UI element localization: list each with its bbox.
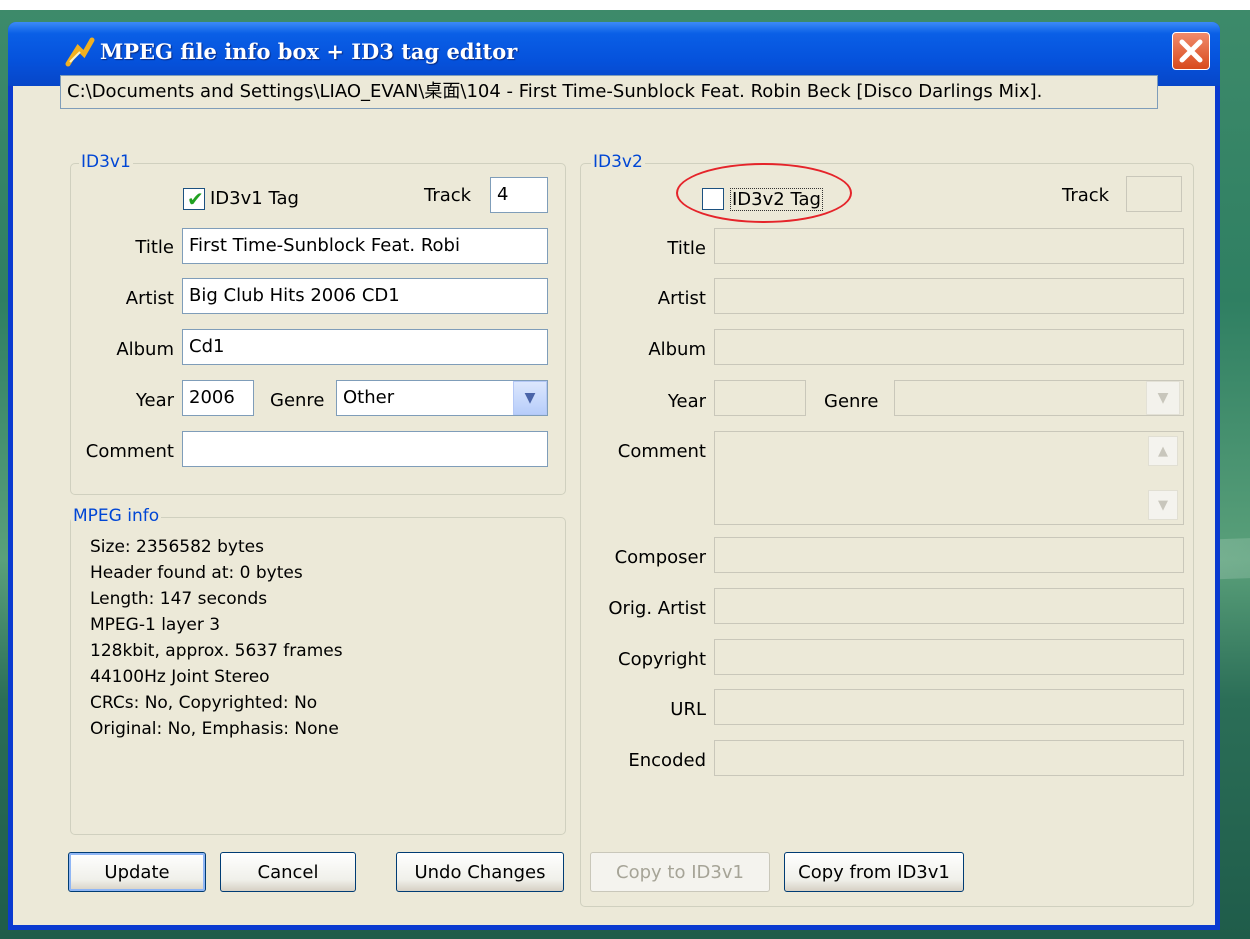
id3v1-album-label: Album <box>116 339 174 360</box>
comment-scroll-up-button[interactable]: ▲ <box>1148 436 1178 466</box>
app-icon <box>65 37 95 67</box>
id3v2-track-input[interactable] <box>1126 176 1182 212</box>
id3v1-year-input[interactable]: 2006 <box>182 380 254 416</box>
id3v1-tag-checkbox[interactable]: ✔ <box>183 187 205 211</box>
id3v1-genre-value: Other <box>343 387 395 408</box>
mpeg-info-line: Length: 147 seconds <box>90 589 268 609</box>
id3v2-copyright-input[interactable] <box>714 639 1184 675</box>
id3v1-comment-label: Comment <box>85 441 174 462</box>
id3v2-comment-label: Comment <box>617 441 706 462</box>
update-button[interactable]: Update <box>68 852 206 892</box>
id3v2-copyright-label: Copyright <box>618 649 706 670</box>
id3v2-year-label: Year <box>667 391 706 412</box>
id3v1-genre-label: Genre <box>270 390 325 411</box>
id3v1-track-label: Track <box>424 185 472 206</box>
undo-changes-button[interactable]: Undo Changes <box>396 852 564 892</box>
copy-from-id3v1-button[interactable]: Copy from ID3v1 <box>784 852 964 892</box>
chevron-down-icon: ▼ <box>1157 390 1169 406</box>
id3v2-composer-label: Composer <box>614 547 706 568</box>
id3v2-artist-label: Artist <box>657 288 706 309</box>
mpeg-info-line: Original: No, Emphasis: None <box>90 719 339 739</box>
id3v2-url-input[interactable] <box>714 689 1184 725</box>
mpeg-info-line: Header found at: 0 bytes <box>90 563 303 583</box>
id3v1-year-label: Year <box>135 390 174 411</box>
mpeg-info-line: Size: 2356582 bytes <box>90 537 264 557</box>
id3v2-url-label: URL <box>670 699 706 720</box>
id3v2-orig-artist-label: Orig. Artist <box>608 598 706 619</box>
comment-scroll-down-button[interactable]: ▼ <box>1148 490 1178 520</box>
id3v2-encoded-label: Encoded <box>628 750 706 771</box>
chevron-down-icon: ▼ <box>524 390 536 406</box>
id3v1-genre-dropdown-button[interactable]: ▼ <box>513 381 547 415</box>
id3v1-artist-label: Artist <box>125 288 174 309</box>
id3v1-album-input[interactable]: Cd1 <box>182 329 548 365</box>
id3v2-group-label: ID3v2 <box>591 152 645 172</box>
id3v2-genre-label: Genre <box>824 391 879 412</box>
id3v2-title-label: Title <box>667 238 706 259</box>
id3v1-title-label: Title <box>135 237 174 258</box>
copy-to-id3v1-button[interactable]: Copy to ID3v1 <box>590 852 770 892</box>
id3v2-genre-dropdown-button[interactable]: ▼ <box>1146 381 1180 415</box>
id3v1-group-label: ID3v1 <box>79 152 133 172</box>
id3v2-album-input[interactable] <box>714 329 1184 365</box>
id3v2-orig-artist-input[interactable] <box>714 588 1184 624</box>
id3v1-track-input[interactable]: 4 <box>490 177 548 213</box>
mpeg-info-line: 44100Hz Joint Stereo <box>90 667 270 687</box>
mpeg-info-line: MPEG-1 layer 3 <box>90 615 221 635</box>
id3v2-year-input[interactable] <box>714 380 806 416</box>
id3v2-comment-textarea[interactable] <box>714 431 1184 525</box>
id3v2-encoded-input[interactable] <box>714 740 1184 776</box>
file-path-field[interactable]: C:\Documents and Settings\LIAO_EVAN\桌面\1… <box>60 75 1158 109</box>
id3v2-title-input[interactable] <box>714 228 1184 264</box>
id3v2-composer-input[interactable] <box>714 537 1184 573</box>
id3v2-tag-label: ID3v2 Tag <box>730 188 823 211</box>
id3v2-track-label: Track <box>1062 185 1110 206</box>
id3v1-comment-input[interactable] <box>182 431 548 467</box>
id3v2-genre-select[interactable] <box>894 380 1184 416</box>
id3v2-album-label: Album <box>648 339 706 360</box>
window-title: MPEG file info box + ID3 tag editor <box>100 39 518 64</box>
mpeg-info-line: 128kbit, approx. 5637 frames <box>90 641 343 661</box>
id3v1-tag-label: ID3v1 Tag <box>210 188 299 209</box>
chevron-up-icon: ▲ <box>1158 443 1168 459</box>
close-button[interactable] <box>1172 32 1210 70</box>
checkmark-icon: ✔ <box>187 187 204 211</box>
chevron-down-icon: ▼ <box>1158 497 1168 513</box>
id3v2-tag-checkbox[interactable] <box>702 188 724 210</box>
id3v1-artist-input[interactable]: Big Club Hits 2006 CD1 <box>182 278 548 314</box>
id3v1-title-input[interactable]: First Time-Sunblock Feat. Robi <box>182 228 548 264</box>
id3v2-group: ID3v2 <box>580 152 1194 907</box>
mpeg-info-line: CRCs: No, Copyrighted: No <box>90 693 318 713</box>
id3v2-artist-input[interactable] <box>714 278 1184 314</box>
close-icon <box>1179 39 1203 63</box>
cancel-button[interactable]: Cancel <box>220 852 356 892</box>
mpeg-info-group-label: MPEG info <box>71 506 162 526</box>
